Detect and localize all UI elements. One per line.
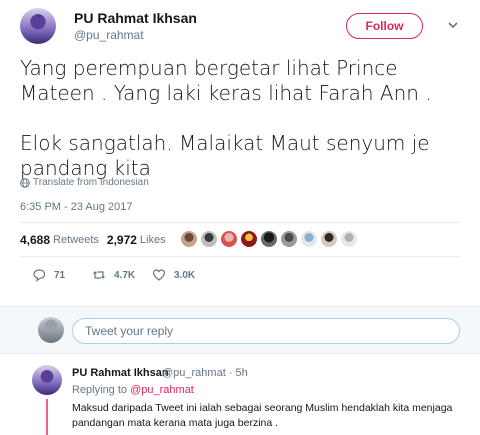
retweet-icon: [93, 271, 105, 279]
reply-input[interactable]: Tweet your reply: [72, 318, 460, 344]
liker-avatar[interactable]: [300, 230, 318, 248]
tweet-stats: 4,688 Retweets 2,972 Likes: [20, 233, 166, 247]
retweet-count: 4.7K: [114, 269, 136, 281]
tweet-text-line: Elok sangatlah. Malaikat Maut senyum je: [20, 131, 430, 155]
reply-text: Maksud daripada Tweet ini ialah sebagai …: [72, 401, 472, 431]
like-count: 3.0K: [174, 269, 196, 281]
retweet-button[interactable]: 4.7K: [92, 268, 152, 282]
liker-avatar[interactable]: [240, 230, 258, 248]
reply-author-avatar[interactable]: [32, 365, 62, 395]
globe-icon: [20, 177, 30, 188]
retweets-label[interactable]: Retweets: [53, 234, 99, 246]
translate-label[interactable]: Translate from Indonesian: [33, 177, 149, 188]
tweet-text-line: Yang perempuan bergetar lihat Prince: [20, 56, 398, 80]
tweet-text: Yang perempuan bergetar lihat Prince Mat…: [20, 56, 460, 181]
reply-text-line: Maksud daripada Tweet ini ialah sebagai …: [72, 402, 453, 414]
chevron-down-icon[interactable]: [446, 18, 460, 32]
liker-avatar[interactable]: [220, 230, 238, 248]
replying-handle-link[interactable]: @pu_rahmat: [130, 384, 194, 396]
heart-icon: [152, 269, 166, 281]
tweet-actions: 71 4.7K 3.0K: [32, 268, 212, 282]
like-button[interactable]: 3.0K: [152, 268, 212, 282]
divider: [20, 256, 460, 257]
author-name[interactable]: PU Rahmat Ikhsan: [74, 10, 197, 26]
follow-button[interactable]: Follow: [346, 13, 423, 39]
tweet-timestamp[interactable]: 6:35 PM - 23 Aug 2017: [20, 201, 133, 213]
likers-avatars: [180, 230, 358, 248]
thread-line: [46, 399, 48, 435]
likes-label[interactable]: Likes: [140, 234, 166, 246]
liker-avatar[interactable]: [340, 230, 358, 248]
liker-avatar[interactable]: [280, 230, 298, 248]
liker-avatar[interactable]: [320, 230, 338, 248]
reply-composer: Tweet your reply: [0, 306, 480, 354]
translate-link[interactable]: Translate from Indonesian: [20, 177, 149, 188]
reply-icon: [33, 269, 46, 282]
reply-tweet[interactable]: PU Rahmat Ikhsan @pu_rahmat · 5h Replyin…: [0, 355, 480, 435]
reply-button[interactable]: 71: [32, 268, 92, 282]
divider: [20, 222, 460, 223]
author-avatar[interactable]: [20, 8, 56, 44]
tweet-text-line: Mateen . Yang laki keras lihat Farah Ann…: [20, 81, 432, 105]
liker-avatar[interactable]: [180, 230, 198, 248]
author-handle[interactable]: @pu_rahmat: [74, 28, 144, 42]
retweets-count[interactable]: 4,688: [20, 233, 50, 247]
reply-text-line: pandangan mata kerana mata juga berzina …: [72, 417, 279, 429]
current-user-avatar: [38, 317, 64, 343]
reply-count: 71: [54, 269, 66, 281]
replying-prefix: Replying to: [72, 384, 128, 396]
likes-count[interactable]: 2,972: [107, 233, 137, 247]
replying-to: Replying to @pu_rahmat: [72, 384, 194, 396]
reply-author-name[interactable]: PU Rahmat Ikhsan: [72, 367, 169, 379]
reply-author-meta[interactable]: @pu_rahmat · 5h: [162, 367, 248, 379]
liker-avatar[interactable]: [260, 230, 278, 248]
liker-avatar[interactable]: [200, 230, 218, 248]
